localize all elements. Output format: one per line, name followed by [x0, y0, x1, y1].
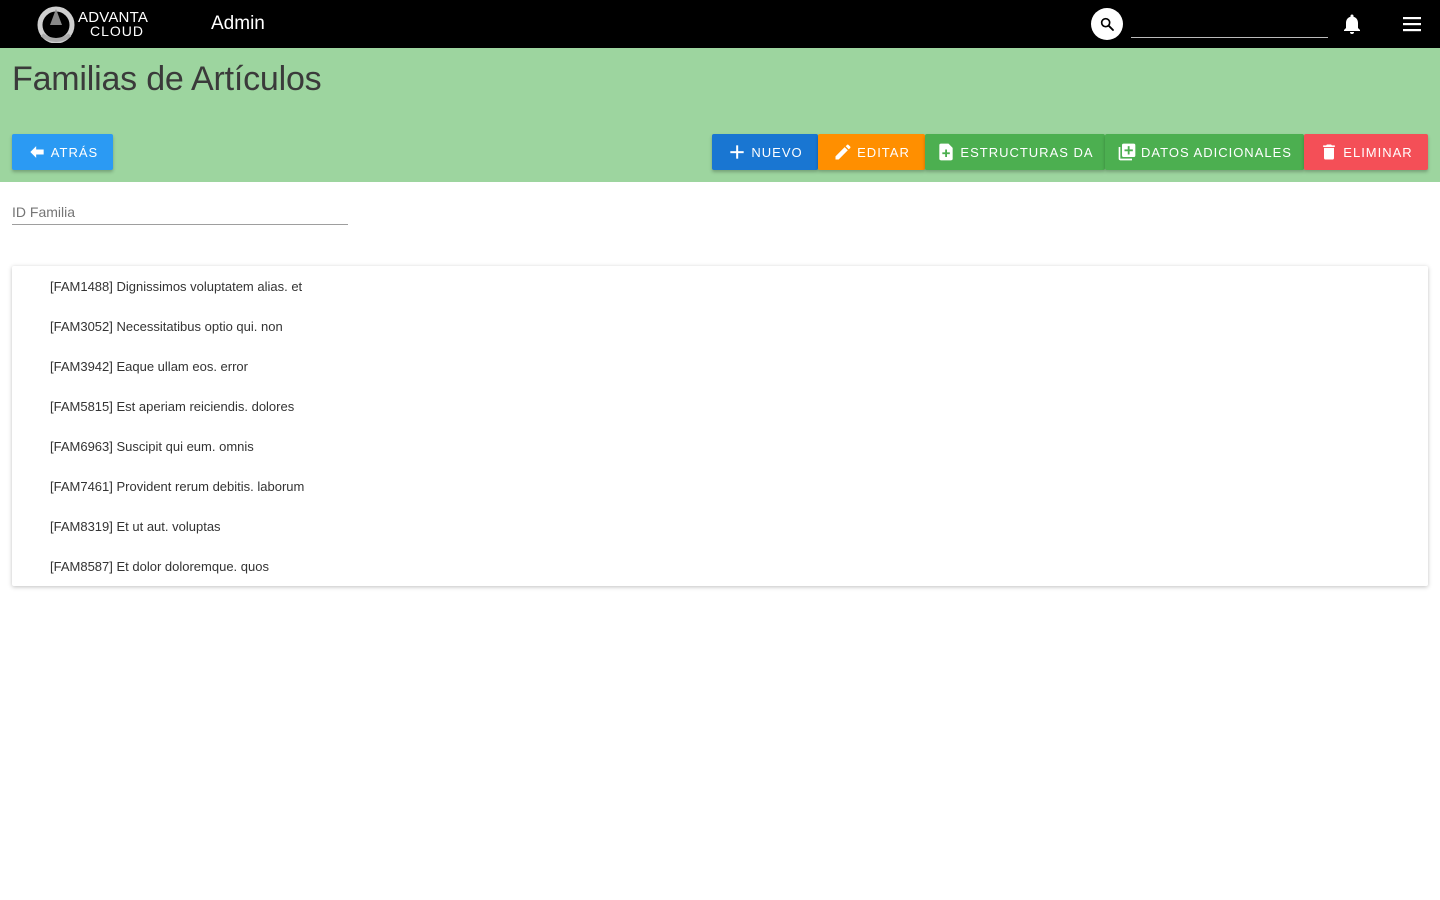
list-item[interactable]: [FAM3942] Eaque ullam eos. error: [12, 346, 1428, 386]
list-item[interactable]: [FAM7461] Provident rerum debitis. labor…: [12, 466, 1428, 506]
new-button-label: NUEVO: [751, 144, 803, 160]
list-item[interactable]: [FAM8319] Et ut aut. voluptas: [12, 506, 1428, 546]
edit-button-label: EDITAR: [857, 144, 910, 160]
back-button[interactable]: ATRÁS: [12, 134, 113, 170]
search-icon: [1100, 17, 1114, 31]
logo-icon: [37, 6, 75, 43]
extra-data-button-label: DATOS ADICIONALES: [1141, 144, 1292, 160]
list-item[interactable]: [FAM8587] Et dolor doloremque. quos: [12, 546, 1428, 586]
family-list: [FAM1488] Dignissimos voluptatem alias. …: [12, 266, 1428, 586]
delete-button[interactable]: ELIMINAR: [1304, 134, 1428, 170]
back-button-label: ATRÁS: [50, 144, 99, 160]
structures-button[interactable]: ESTRUCTURAS DA: [925, 134, 1105, 170]
delete-button-label: ELIMINAR: [1343, 144, 1413, 160]
pencil-icon: [835, 144, 851, 160]
top-bar: ADVANTA CLOUD Admin: [0, 0, 1440, 48]
page-title: Familias de Artículos: [12, 60, 322, 98]
edit-button[interactable]: EDITAR: [818, 134, 925, 170]
trash-icon: [1323, 144, 1336, 160]
list-item[interactable]: [FAM6963] Suscipit qui eum. omnis: [12, 426, 1428, 466]
library-add-icon: [1118, 143, 1136, 161]
list-item[interactable]: [FAM3052] Necessitatibus optio qui. non: [12, 306, 1428, 346]
search-button[interactable]: [1091, 8, 1123, 40]
logo-text: ADVANTA CLOUD: [78, 10, 148, 38]
app-title: Admin: [211, 13, 265, 34]
main-menu-button[interactable]: [1400, 12, 1424, 36]
note-add-icon: [939, 143, 954, 161]
menu-icon: [1403, 17, 1421, 32]
new-button[interactable]: NUEVO: [712, 134, 818, 170]
search-input[interactable]: [1131, 13, 1328, 38]
notifications-button[interactable]: [1340, 12, 1364, 36]
list-item[interactable]: [FAM1488] Dignissimos voluptatem alias. …: [12, 266, 1428, 306]
plus-icon: [730, 145, 745, 159]
bell-icon: [1344, 14, 1360, 34]
header-band: Familias de Artículos ATRÁS NUEVO EDITAR…: [0, 48, 1440, 182]
extra-data-button[interactable]: DATOS ADICIONALES: [1105, 134, 1304, 170]
list-item[interactable]: [FAM5815] Est aperiam reiciendis. dolore…: [12, 386, 1428, 426]
structures-button-label: ESTRUCTURAS DA: [960, 144, 1094, 160]
advanta-cloud-logo[interactable]: ADVANTA CLOUD: [36, 5, 160, 43]
arrow-left-icon: [30, 146, 44, 158]
family-id-filter[interactable]: [12, 200, 348, 225]
logo-line-2: CLOUD: [90, 23, 145, 39]
